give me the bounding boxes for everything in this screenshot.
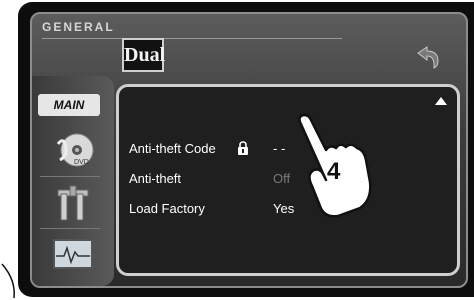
- lock-icon: [238, 141, 248, 155]
- settings-panel: Anti-theft Code - - Anti-theft Off Load …: [116, 84, 460, 276]
- setting-label-anti-theft-code[interactable]: Anti-theft Code: [129, 141, 216, 156]
- svg-text:DVD: DVD: [74, 159, 89, 166]
- settings-screen: GENERAL Dual MAIN DVD Anti-theft Code - …: [30, 12, 468, 288]
- section-title: GENERAL: [42, 20, 115, 34]
- setting-value-anti-theft-code[interactable]: - -: [273, 141, 285, 156]
- bezel-edge-line: [1, 263, 15, 299]
- sidebar-divider: [40, 176, 100, 177]
- dvd-disc-icon[interactable]: DVD: [50, 126, 96, 172]
- brand-logo: Dual: [122, 38, 165, 72]
- signal-monitor-icon[interactable]: [50, 232, 96, 278]
- scroll-up-arrow-icon[interactable]: [435, 97, 447, 105]
- back-arrow-icon[interactable]: [414, 44, 442, 70]
- setting-label-load-factory[interactable]: Load Factory: [129, 201, 205, 216]
- tab-main[interactable]: MAIN: [38, 94, 100, 116]
- tools-icon[interactable]: [50, 180, 96, 226]
- title-underline: [42, 38, 342, 39]
- setting-label-anti-theft[interactable]: Anti-theft: [129, 171, 181, 186]
- sidebar-divider: [40, 228, 100, 229]
- setting-value-anti-theft[interactable]: Off: [273, 171, 290, 186]
- step-number: 4: [327, 158, 341, 185]
